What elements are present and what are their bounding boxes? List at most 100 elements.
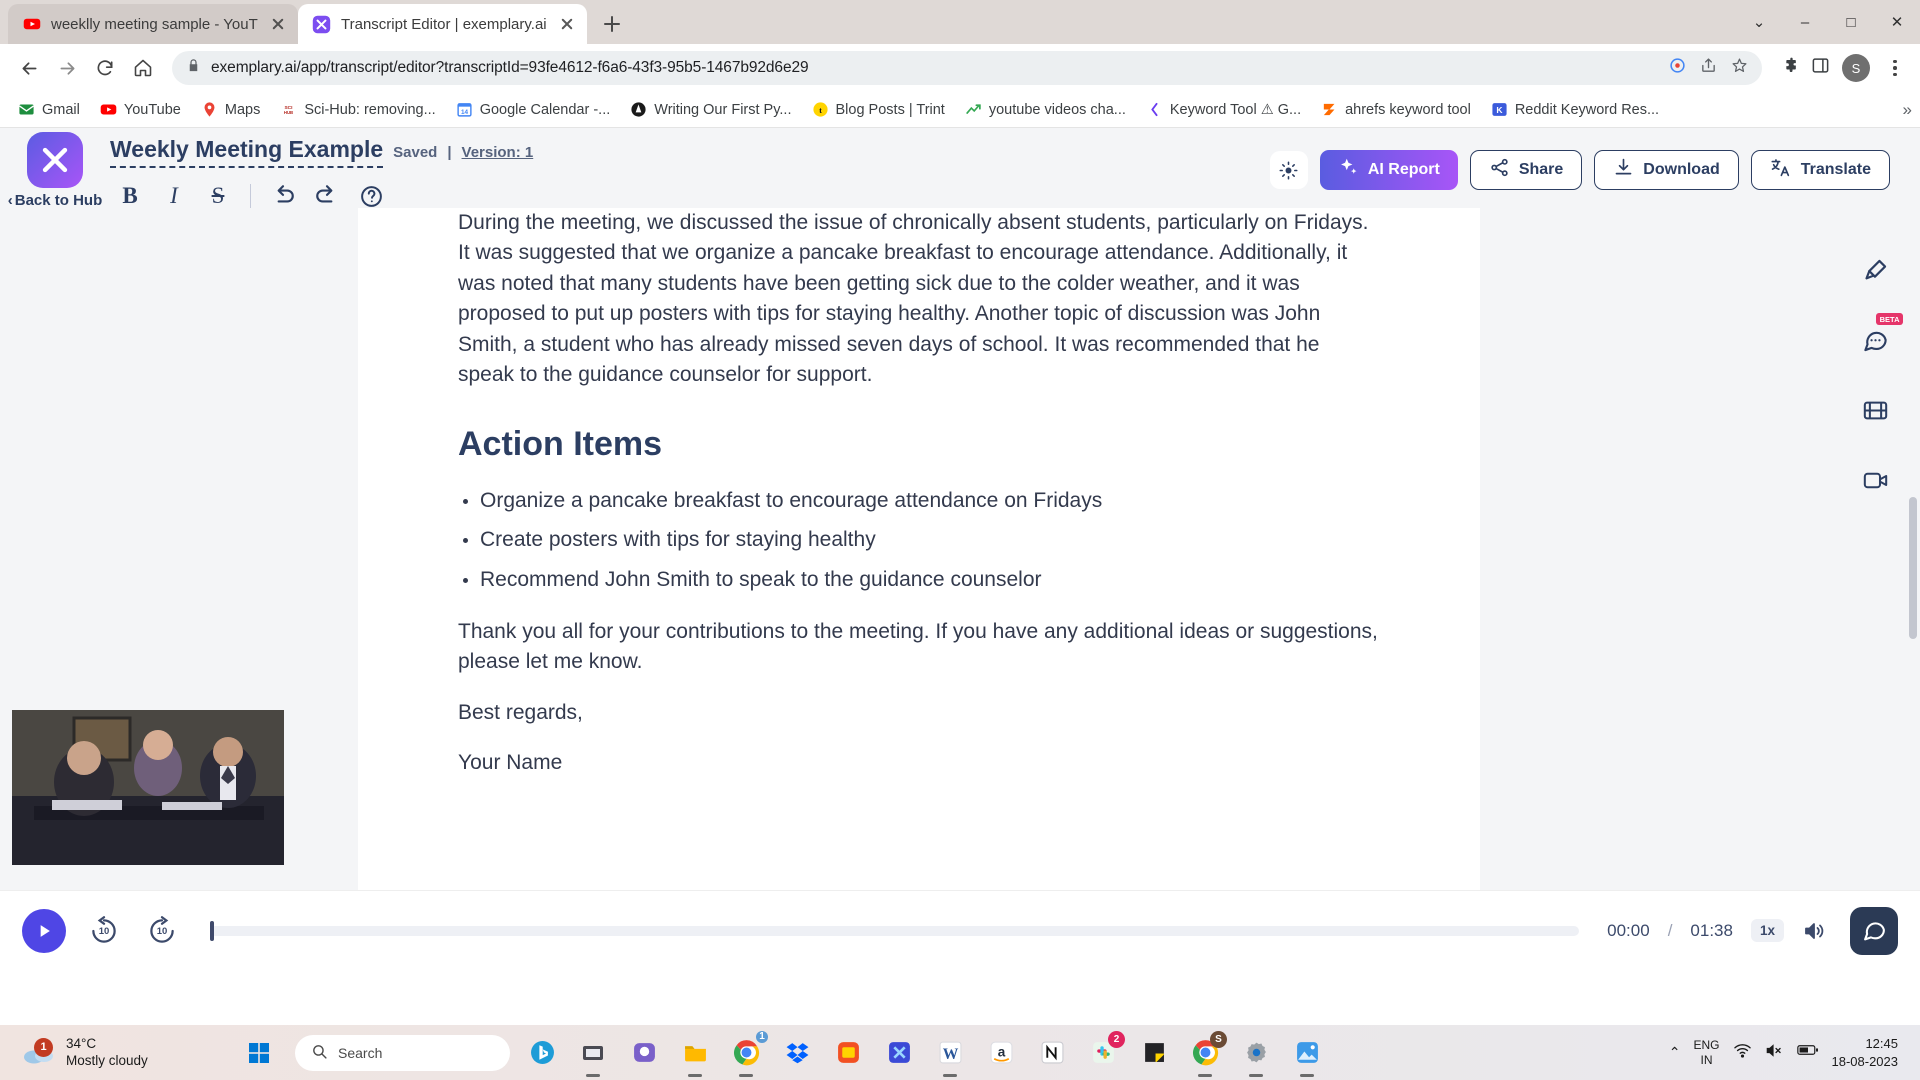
- bookmark-scihub[interactable]: SCIHUB Sci-Hub: removing...: [272, 97, 443, 122]
- reload-button[interactable]: [88, 51, 122, 85]
- video-camera-icon[interactable]: [1855, 460, 1895, 500]
- close-window-button[interactable]: ✕: [1874, 2, 1920, 42]
- bookmark-star-icon[interactable]: [1731, 57, 1748, 79]
- address-bar[interactable]: exemplary.ai/app/transcript/editor?trans…: [172, 51, 1762, 85]
- seek-bar[interactable]: [210, 926, 1579, 936]
- new-tab-button[interactable]: [595, 7, 629, 41]
- share-icon[interactable]: [1700, 57, 1717, 79]
- amazon-icon[interactable]: a: [982, 1034, 1020, 1072]
- photos-icon[interactable]: [1288, 1034, 1326, 1072]
- volume-icon[interactable]: [1802, 919, 1826, 943]
- url-text: exemplary.ai/app/transcript/editor?trans…: [211, 59, 1659, 77]
- profile-avatar[interactable]: S: [1842, 54, 1870, 82]
- playback-speed-button[interactable]: 1x: [1751, 919, 1784, 942]
- back-button[interactable]: [12, 51, 46, 85]
- seek-handle[interactable]: [210, 921, 214, 941]
- comment-icon[interactable]: BETA: [1855, 320, 1895, 360]
- tab-strip: weeklly meeting sample - YouTub Transcri…: [0, 0, 1920, 44]
- bookmark-youtube[interactable]: YouTube: [92, 97, 189, 122]
- film-strip-icon[interactable]: [1855, 390, 1895, 430]
- chrome-beta-icon[interactable]: S: [1186, 1034, 1224, 1072]
- sparkle-icon: [1338, 157, 1359, 183]
- sheets-icon[interactable]: [880, 1034, 918, 1072]
- dropbox-icon[interactable]: [778, 1034, 816, 1072]
- scrollbar[interactable]: [1909, 294, 1917, 802]
- bookmarks-overflow-button[interactable]: »: [1903, 100, 1912, 120]
- list-item: Create posters with tips for staying hea…: [480, 525, 1380, 555]
- home-button[interactable]: [126, 51, 160, 85]
- document-title-row: Weekly Meeting Example Saved | Version: …: [110, 136, 533, 168]
- chrome-menu-icon[interactable]: [1882, 60, 1908, 77]
- google-lens-icon[interactable]: [1669, 57, 1686, 79]
- settings-icon[interactable]: [1237, 1034, 1275, 1072]
- bookmark-blog-posts-trint[interactable]: t Blog Posts | Trint: [804, 97, 953, 122]
- logo-column: ‹ Back to Hub: [0, 128, 110, 209]
- chevron-down-icon[interactable]: ⌄: [1736, 2, 1782, 42]
- bookmark-gmail[interactable]: Gmail: [10, 97, 88, 122]
- task-view-icon[interactable]: [574, 1034, 612, 1072]
- bookmark-google-calendar[interactable]: 14 Google Calendar -...: [448, 97, 619, 122]
- ai-report-button[interactable]: AI Report: [1320, 150, 1458, 190]
- battery-icon[interactable]: [1797, 1043, 1819, 1062]
- sticky-notes-icon[interactable]: [1135, 1034, 1173, 1072]
- language-indicator[interactable]: ENG IN: [1693, 1038, 1719, 1067]
- close-icon[interactable]: [557, 14, 577, 34]
- windows-start-icon[interactable]: [240, 1034, 278, 1072]
- search-input[interactable]: Search: [295, 1035, 510, 1071]
- back-to-hub-button[interactable]: ‹ Back to Hub: [8, 192, 103, 209]
- active-indicator: [1198, 1074, 1212, 1077]
- extensions-puzzle-icon[interactable]: [1780, 56, 1799, 80]
- bing-icon[interactable]: [523, 1034, 561, 1072]
- slack-icon[interactable]: 2: [1084, 1034, 1122, 1072]
- download-button[interactable]: Download: [1594, 150, 1738, 190]
- gmail-icon: [18, 101, 35, 118]
- forward-button[interactable]: [50, 51, 84, 85]
- weather-badge: 1: [34, 1038, 53, 1057]
- volume-mute-icon[interactable]: [1765, 1041, 1784, 1065]
- browser-tab-youtube[interactable]: weeklly meeting sample - YouTub: [8, 4, 298, 44]
- close-icon[interactable]: [268, 14, 288, 34]
- weather-widget[interactable]: 1 34°C Mostly cloudy: [10, 1036, 240, 1070]
- clock-time: 12:45: [1865, 1036, 1898, 1051]
- transcript-document[interactable]: During the meeting, we discussed the iss…: [358, 208, 1480, 890]
- teams-icon[interactable]: [625, 1034, 663, 1072]
- close-glyph: ✕: [1891, 15, 1904, 30]
- bookmark-reddit-keyword[interactable]: K Reddit Keyword Res...: [1483, 97, 1667, 122]
- maximize-button[interactable]: □: [1828, 2, 1874, 42]
- word-icon[interactable]: W: [931, 1034, 969, 1072]
- bookmark-writing-first-py[interactable]: Writing Our First Py...: [622, 97, 799, 122]
- bookmark-maps[interactable]: Maps: [193, 97, 268, 122]
- weather-text: 34°C Mostly cloudy: [66, 1036, 148, 1070]
- forward-10-button[interactable]: 10: [142, 911, 182, 951]
- file-explorer-icon[interactable]: [676, 1034, 714, 1072]
- bookmark-youtube-videos-cha[interactable]: youtube videos cha...: [957, 97, 1134, 122]
- share-button[interactable]: Share: [1470, 150, 1582, 190]
- download-icon: [1613, 157, 1634, 183]
- chat-icon[interactable]: [1850, 907, 1898, 955]
- scrollbar-thumb[interactable]: [1909, 497, 1917, 639]
- minimize-button[interactable]: –: [1782, 2, 1828, 42]
- bookmark-ahrefs[interactable]: ahrefs keyword tool: [1313, 97, 1479, 122]
- chrome-icon[interactable]: 1: [727, 1034, 765, 1072]
- highlighter-icon[interactable]: [1855, 250, 1895, 290]
- notion-icon[interactable]: [1033, 1034, 1071, 1072]
- clock[interactable]: 12:45 18-08-2023: [1832, 1035, 1899, 1070]
- wifi-icon[interactable]: [1733, 1041, 1752, 1065]
- chevron-left-icon: ‹: [8, 192, 13, 209]
- duration: 01:38: [1690, 921, 1733, 941]
- translate-label: Translate: [1801, 161, 1871, 179]
- version-link[interactable]: Version: 1: [462, 144, 534, 161]
- rewind-10-button[interactable]: 10: [84, 911, 124, 951]
- video-preview[interactable]: [12, 710, 284, 865]
- store-icon[interactable]: [829, 1034, 867, 1072]
- extension-icons: S: [1774, 54, 1908, 82]
- bookmark-keyword-tool[interactable]: Keyword Tool ⚠ G...: [1138, 97, 1309, 122]
- chevron-up-icon[interactable]: ⌃: [1669, 1044, 1681, 1061]
- translate-button[interactable]: Translate: [1751, 150, 1890, 190]
- search-icon: [311, 1043, 328, 1063]
- browser-tab-transcript-editor[interactable]: Transcript Editor | exemplary.ai: [298, 4, 587, 44]
- side-panel-icon[interactable]: [1811, 56, 1830, 80]
- page-title[interactable]: Weekly Meeting Example: [110, 136, 383, 168]
- play-button[interactable]: [22, 909, 66, 953]
- brightness-icon[interactable]: [1270, 151, 1308, 189]
